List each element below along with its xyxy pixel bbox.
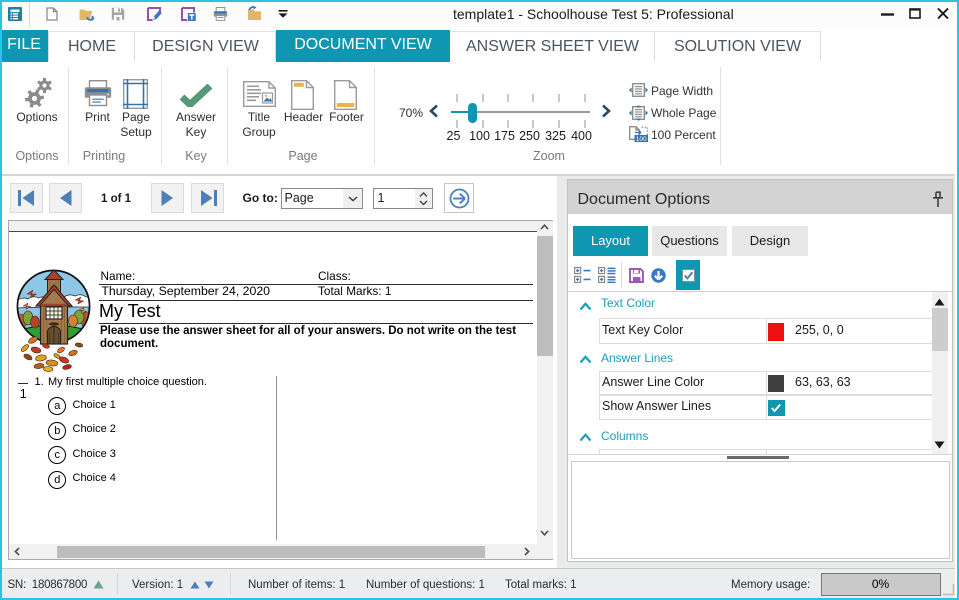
svg-text:100: 100 <box>636 136 647 142</box>
